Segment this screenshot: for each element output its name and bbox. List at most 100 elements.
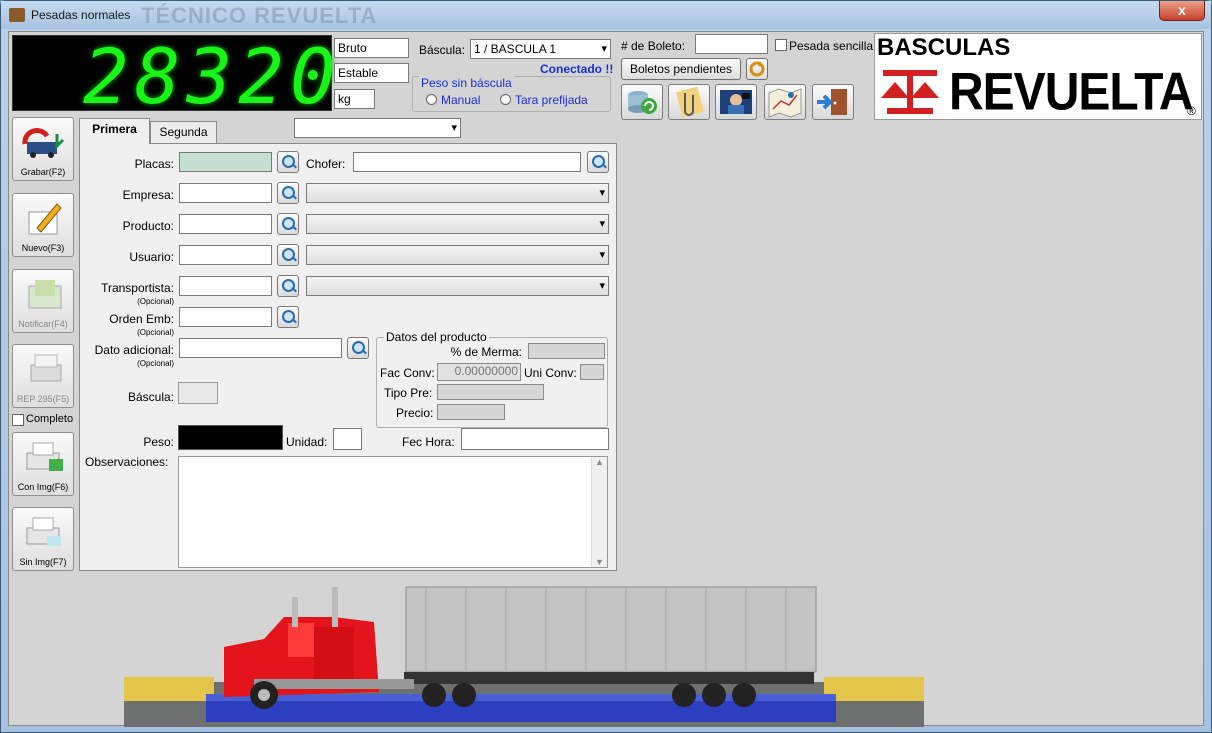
chofer-input[interactable] — [353, 152, 581, 172]
fac-conv-label: Fac Conv: — [380, 366, 435, 380]
boletos-pendientes-button[interactable]: Boletos pendientes — [621, 58, 741, 80]
weight-state: Estable — [334, 63, 409, 83]
search-icon[interactable] — [587, 151, 609, 173]
logo-registered: ® — [1187, 104, 1196, 118]
orden-emb-input[interactable] — [179, 307, 272, 327]
form-panel: Placas: Chofer: Empresa: Producto: Usuar… — [79, 143, 617, 571]
search-icon[interactable] — [347, 337, 369, 359]
title-bar: Pesadas normales TÉCNICO REVUELTA x — [1, 1, 1211, 29]
company-logo: BASCULAS REVUELTA ® — [874, 33, 1202, 122]
notificar-button[interactable]: Notificar(F4) — [12, 269, 74, 333]
tab-segunda[interactable]: Segunda — [150, 121, 217, 143]
boleto-input[interactable] — [695, 34, 768, 54]
exit-door-icon[interactable] — [812, 84, 854, 120]
paperclip-icon[interactable] — [668, 84, 710, 120]
peso-sin-bascula-legend: Peso sin báscula — [419, 76, 514, 90]
uni-conv-label: Uni Conv: — [524, 366, 577, 380]
orden-emb-label: Orden Emb: — [109, 312, 174, 326]
nuevo-button[interactable]: Nuevo(F3) — [12, 193, 74, 257]
weight-value: 28320 — [83, 32, 342, 121]
scroll-up-icon[interactable]: ▲ — [595, 457, 604, 467]
title-watermark: TÉCNICO REVUELTA — [141, 3, 378, 28]
transportista-label: Transportista: — [101, 281, 174, 295]
nuevo-label: Nuevo(F3) — [21, 243, 65, 253]
notificar-label: Notificar(F4) — [18, 319, 68, 329]
tara-radio[interactable] — [500, 94, 511, 105]
connection-status: Conectado !! — [540, 62, 614, 76]
datos-producto-legend: Datos del producto — [384, 330, 489, 344]
fec-hora-input — [461, 428, 609, 450]
search-icon[interactable] — [277, 306, 299, 328]
placas-input[interactable] — [179, 152, 272, 172]
camera-operator-icon[interactable] — [715, 84, 757, 120]
manual-radio[interactable] — [426, 94, 437, 105]
pesada-sencilla-label: Pesada sencilla — [789, 39, 874, 53]
usuario-input[interactable] — [179, 245, 272, 265]
con-img-button[interactable]: Con Img(F6) — [12, 432, 74, 496]
precio-label: Precio: — [396, 406, 434, 420]
transportista-input[interactable] — [179, 276, 272, 296]
printer-icon — [26, 517, 61, 546]
usuario-label: Usuario: — [129, 250, 174, 264]
producto-input[interactable] — [179, 214, 272, 234]
bascula-label: Báscula: — [419, 43, 466, 57]
rep-button[interactable]: REP 295(F5) — [12, 344, 74, 408]
producto-select[interactable] — [306, 214, 609, 234]
empresa-label: Empresa: — [122, 188, 174, 202]
app-icon — [9, 8, 25, 22]
merma-value — [528, 343, 605, 359]
fac-conv-value: 0.00000000 — [437, 363, 521, 381]
close-button[interactable]: x — [1159, 1, 1205, 21]
report-printer-icon — [30, 354, 62, 382]
observaciones-label: Observaciones: — [85, 455, 169, 469]
bascula-select[interactable]: 1 / BASCULA 1 — [470, 39, 611, 59]
producto-label: Producto: — [122, 219, 174, 233]
grabar-label: Grabar(F2) — [20, 167, 66, 177]
search-icon[interactable] — [277, 151, 299, 173]
logo-scale-icon — [881, 70, 939, 114]
bascula-field-label: Báscula: — [127, 390, 174, 404]
usuario-select[interactable] — [306, 245, 609, 265]
printer-image-icon — [26, 442, 63, 471]
bascula-field — [178, 382, 218, 404]
grabar-button[interactable]: Grabar(F2) — [12, 117, 74, 181]
map-icon[interactable] — [764, 84, 806, 120]
tara-label: Tara prefijada — [515, 93, 588, 107]
boleto-refresh-icon[interactable] — [746, 58, 768, 80]
search-icon[interactable] — [277, 275, 299, 297]
observaciones-scrollbar[interactable]: ▲ ▼ — [591, 457, 607, 567]
completo-checkbox[interactable] — [12, 414, 24, 426]
tipo-pre-value — [437, 384, 544, 400]
boleto-label: # de Boleto: — [621, 39, 686, 53]
tipo-pre-label: Tipo Pre: — [384, 386, 433, 400]
dato-adicional-input[interactable] — [179, 338, 342, 358]
tab-primera[interactable]: Primera — [79, 118, 150, 144]
bascula-select-value: 1 / BASCULA 1 — [474, 42, 557, 56]
window-title: Pesadas normales — [31, 8, 131, 22]
unidad-input — [333, 428, 362, 450]
scale-refresh-icon[interactable] — [621, 84, 663, 120]
scroll-down-icon[interactable]: ▼ — [595, 557, 604, 567]
empresa-select[interactable] — [306, 183, 609, 203]
peso-label: Peso: — [143, 435, 174, 449]
truck-scale-illustration — [124, 586, 924, 727]
search-icon[interactable] — [277, 244, 299, 266]
weight-unit: kg — [334, 89, 375, 109]
search-icon[interactable] — [277, 213, 299, 235]
manual-label: Manual — [441, 93, 481, 107]
weight-display: 28320 — [12, 32, 336, 121]
logo-line2: REVUELTA — [949, 63, 1194, 122]
sin-img-button[interactable]: Sin Img(F7) — [12, 507, 74, 571]
observaciones-textarea[interactable]: ▲ ▼ — [178, 456, 608, 568]
search-icon[interactable] — [277, 182, 299, 204]
completo-label: Completo — [26, 413, 74, 425]
uni-conv-value — [580, 364, 604, 380]
transportista-select[interactable] — [306, 276, 609, 296]
dato-adicional-optional: (Opcional) — [137, 359, 174, 368]
empresa-input[interactable] — [179, 183, 272, 203]
tab-combo[interactable] — [294, 118, 461, 138]
logo-line1: BASCULAS — [877, 34, 1011, 61]
pesada-sencilla-checkbox[interactable] — [775, 39, 787, 51]
dato-adicional-label: Dato adicional: — [94, 343, 174, 357]
precio-value — [437, 404, 505, 420]
